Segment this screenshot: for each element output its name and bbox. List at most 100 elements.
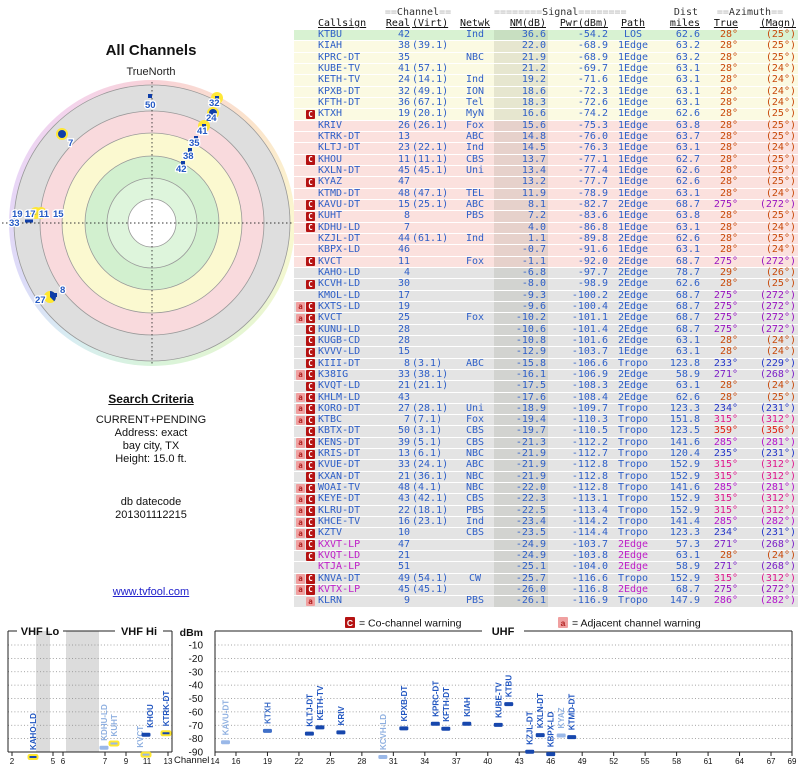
real-channel-cell: 24: [397, 74, 410, 86]
power-dbm-cell: -104.0: [571, 561, 608, 573]
true-azimuth-cell: 233°: [713, 357, 738, 369]
network-cell: [456, 325, 494, 335]
signal-bar-KTMD-DT: KTMD-DT: [567, 694, 577, 740]
virtual-channel-cell: (28.1): [412, 402, 449, 414]
network-cell: CBS: [465, 493, 485, 505]
magnetic-azimuth-cell: (24°): [765, 62, 796, 74]
signal-bar-KBPX-LD: KBPX-LD: [546, 711, 556, 757]
nm-db-cell: 13.2: [494, 176, 548, 188]
magnetic-azimuth-cell: (25°): [765, 153, 796, 165]
virtual-channel-cell: [410, 279, 456, 289]
network-cell: NBC: [465, 448, 485, 460]
power-dbm-cell: -116.6: [571, 572, 608, 584]
magnetic-azimuth-cell: (272°): [759, 584, 796, 596]
path-cell: 1Edge: [617, 176, 649, 188]
tvfool-link[interactable]: www.tvfool.com: [113, 586, 189, 598]
real-channel-cell: 13: [397, 130, 410, 142]
true-azimuth-cell: 234°: [713, 402, 738, 414]
network-cell: [456, 336, 494, 346]
callsign-cell: KNVA-DT: [318, 572, 361, 584]
nm-db-cell: -26.1: [494, 596, 548, 607]
distance-cell: 68.7: [675, 255, 700, 267]
network-cell: PBS: [465, 210, 485, 222]
true-azimuth-cell: 285°: [713, 516, 738, 528]
uhf-channel-tick: 34: [420, 757, 429, 766]
distance-cell: 63.1: [675, 96, 700, 108]
distance-cell: 151.8: [669, 414, 700, 426]
real-channel-cell: 28: [397, 323, 410, 335]
true-azimuth-cell: 275°: [713, 255, 738, 267]
true-azimuth-cell: 271°: [713, 561, 738, 573]
magnetic-azimuth-cell: (268°): [759, 368, 796, 380]
power-dbm-cell: -101.4: [571, 323, 608, 335]
network-cell: MyN: [465, 108, 485, 120]
co-channel-flag: C: [306, 574, 315, 584]
power-dbm-cell: -82.7: [577, 198, 608, 210]
radar-marker-ch15: 15: [52, 208, 66, 222]
callsign-cell: KLTJ-DT: [318, 142, 361, 154]
callsign-cell: KENS-DT: [318, 436, 361, 448]
signal-bar-label: KUBE-TV: [494, 682, 503, 718]
nm-db-cell: 7.2: [494, 210, 548, 222]
power-dbm-cell: -72.6: [577, 96, 608, 108]
distance-cell: 63.1: [675, 142, 700, 154]
co-channel-flag: C: [306, 438, 315, 448]
power-dbm-cell: -106.9: [571, 368, 608, 380]
distance-cell: 78.7: [675, 266, 700, 278]
search-height: Height: 15.0 ft.: [115, 453, 187, 465]
network-cell: [456, 585, 494, 595]
signal-bar-label: KUHT: [110, 714, 119, 736]
callsign-cell: KVQT-LD: [318, 550, 361, 562]
dbm-tick-label: -80: [189, 734, 204, 745]
co-channel-flag: C: [306, 211, 315, 222]
adjacent-channel-flag: a: [296, 494, 305, 505]
true-azimuth-cell: 28°: [719, 96, 738, 108]
co-channel-flag: C: [306, 472, 315, 482]
co-channel-flag: C: [306, 551, 315, 561]
real-channel-cell: 7: [403, 221, 410, 233]
network-cell: [456, 551, 494, 561]
co-channel-flag: C: [306, 585, 315, 595]
table-row: a KLRN 9 PBS -26.1 -116.9 Tropo 147.9 286° (282°): [294, 595, 798, 608]
magnetic-azimuth-cell: (24°): [765, 85, 796, 97]
co-channel-flag: C: [306, 517, 315, 528]
virtual-channel-cell: [410, 313, 456, 323]
distance-cell: 62.6: [675, 176, 700, 188]
magnetic-azimuth-cell: (231°): [759, 448, 796, 460]
power-dbm-cell: -109.7: [571, 402, 608, 414]
network-cell: [456, 177, 494, 187]
power-dbm-cell: -71.6: [577, 74, 608, 86]
power-dbm-cell: -103.7: [571, 538, 608, 550]
co-channel-flag: C: [306, 404, 315, 414]
real-channel-cell: 22: [397, 504, 410, 516]
distance-cell: 57.3: [675, 538, 700, 550]
real-channel-cell: 19: [397, 108, 410, 120]
virtual-channel-cell: (26.1): [412, 119, 449, 131]
co-channel-flag: C: [306, 155, 315, 165]
callsign-cell: KVVV-LD: [318, 346, 361, 358]
real-channel-cell: 27: [397, 402, 410, 414]
path-cell: Tropo: [617, 402, 649, 414]
nm-db-cell: -25.7: [494, 573, 548, 585]
path-cell: Tropo: [617, 436, 649, 448]
callsign-cell: KLRN: [318, 595, 343, 607]
nm-db-cell: 8.1: [494, 199, 548, 211]
signal-bar-label: KAHO-LD: [29, 713, 38, 750]
nm-db-cell: -24.9: [494, 539, 548, 551]
signal-group-header: ========Signal========: [494, 7, 627, 18]
power-dbm-cell: -72.3: [577, 85, 608, 97]
signal-bar-KZJL-DT: KZJL-DT: [525, 711, 535, 754]
virtual-channel-cell: (57.1): [412, 62, 449, 74]
nm-db-cell: -9.3: [494, 290, 548, 301]
path-cell: Tropo: [617, 357, 649, 369]
magnetic-azimuth-cell: (272°): [759, 289, 796, 301]
path-cell: 2Edge: [617, 334, 649, 346]
vhf-hi-label: VHF Hi: [121, 626, 157, 638]
real-channel-cell: 30: [397, 278, 410, 290]
virtual-channel-cell: (11.1): [412, 153, 449, 165]
callsign-cell: KTBC: [318, 414, 343, 426]
network-cell: [456, 347, 494, 357]
network-cell: NBC: [465, 51, 485, 63]
co-channel-flag: C: [306, 313, 315, 324]
power-dbm-cell: -112.8: [571, 482, 608, 494]
